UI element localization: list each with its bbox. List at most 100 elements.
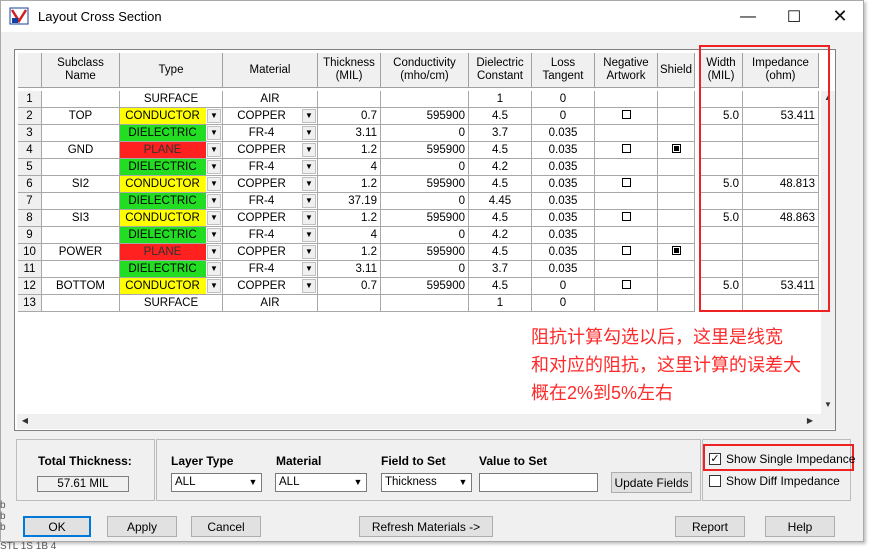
conductivity-cell[interactable]: 0 (381, 193, 469, 210)
minimize-icon[interactable]: — (725, 1, 771, 32)
show-single-impedance-checkbox[interactable]: ✓ Show Single Impedance (709, 452, 855, 466)
dropdown-arrow-icon[interactable]: ▼ (302, 194, 316, 208)
dropdown-arrow-icon[interactable]: ▼ (302, 211, 316, 225)
thickness-cell[interactable]: 1.2 (318, 176, 381, 193)
close-icon[interactable]: ✕ (817, 1, 863, 32)
type-cell[interactable]: CONDUCTOR ▼ (120, 210, 223, 227)
subclass-name-cell[interactable] (42, 159, 120, 176)
subclass-name-cell[interactable] (42, 193, 120, 210)
horizontal-scrollbar[interactable]: ◀ ▶ (17, 414, 821, 429)
material-cell[interactable]: FR-4 ▼ (223, 193, 318, 210)
scroll-right-icon[interactable]: ▶ (803, 414, 817, 428)
shield-checkbox[interactable] (658, 261, 695, 278)
material-select[interactable]: ALL ▼ (275, 473, 367, 492)
thickness-cell[interactable] (318, 91, 381, 108)
type-cell[interactable]: PLANE ▼ (120, 142, 223, 159)
conductivity-cell[interactable]: 595900 (381, 244, 469, 261)
shield-checkbox[interactable] (658, 142, 695, 159)
thickness-cell[interactable]: 4 (318, 227, 381, 244)
thickness-cell[interactable] (318, 295, 381, 312)
loss-tangent-cell[interactable]: 0.035 (532, 125, 595, 142)
scroll-left-icon[interactable]: ◀ (18, 414, 32, 428)
dielectric-constant-cell[interactable]: 4.2 (469, 227, 532, 244)
layer-type-select[interactable]: ALL ▼ (171, 473, 262, 492)
ok-button[interactable]: OK (23, 516, 91, 537)
material-cell[interactable]: COPPER ▼ (223, 210, 318, 227)
subclass-name-cell[interactable]: BOTTOM (42, 278, 120, 295)
negative-artwork-checkbox[interactable] (595, 159, 658, 176)
dropdown-arrow-icon[interactable]: ▼ (207, 160, 221, 174)
maximize-icon[interactable]: ☐ (771, 1, 817, 32)
type-cell[interactable]: CONDUCTOR ▼ (120, 108, 223, 125)
dropdown-arrow-icon[interactable]: ▼ (207, 245, 221, 259)
dropdown-arrow-icon[interactable]: ▼ (207, 126, 221, 140)
loss-tangent-cell[interactable]: 0 (532, 91, 595, 108)
subclass-name-cell[interactable]: SI3 (42, 210, 120, 227)
refresh-materials-button[interactable]: Refresh Materials -> (359, 516, 493, 537)
conductivity-cell[interactable]: 595900 (381, 176, 469, 193)
loss-tangent-cell[interactable]: 0.035 (532, 261, 595, 278)
dielectric-constant-cell[interactable]: 4.5 (469, 278, 532, 295)
loss-tangent-cell[interactable]: 0.035 (532, 176, 595, 193)
thickness-cell[interactable]: 37.19 (318, 193, 381, 210)
shield-checkbox[interactable] (658, 295, 695, 312)
type-cell[interactable]: CONDUCTOR ▼ (120, 278, 223, 295)
subclass-name-cell[interactable]: TOP (42, 108, 120, 125)
conductivity-cell[interactable]: 595900 (381, 142, 469, 159)
negative-artwork-checkbox[interactable] (595, 261, 658, 278)
dropdown-arrow-icon[interactable]: ▼ (302, 279, 316, 293)
loss-tangent-cell[interactable]: 0.035 (532, 244, 595, 261)
dielectric-constant-cell[interactable]: 4.5 (469, 210, 532, 227)
thickness-cell[interactable]: 1.2 (318, 142, 381, 159)
material-cell[interactable]: FR-4 ▼ (223, 125, 318, 142)
negative-artwork-checkbox[interactable] (595, 125, 658, 142)
type-cell[interactable]: PLANE ▼ (120, 244, 223, 261)
dropdown-arrow-icon[interactable]: ▼ (207, 143, 221, 157)
dielectric-constant-cell[interactable]: 1 (469, 91, 532, 108)
material-cell[interactable]: COPPER ▼ (223, 108, 318, 125)
field-to-set-select[interactable]: Thickness ▼ (381, 473, 472, 492)
dropdown-arrow-icon[interactable]: ▼ (302, 109, 316, 123)
type-cell[interactable]: DIELECTRIC ▼ (120, 193, 223, 210)
shield-checkbox[interactable] (658, 244, 695, 261)
subclass-name-cell[interactable]: POWER (42, 244, 120, 261)
dropdown-arrow-icon[interactable]: ▼ (207, 262, 221, 276)
show-diff-impedance-checkbox[interactable]: Show Diff Impedance (709, 474, 840, 488)
material-cell[interactable]: FR-4 ▼ (223, 261, 318, 278)
dielectric-constant-cell[interactable]: 1 (469, 295, 532, 312)
conductivity-cell[interactable] (381, 91, 469, 108)
loss-tangent-cell[interactable]: 0.035 (532, 227, 595, 244)
subclass-name-cell[interactable]: SI2 (42, 176, 120, 193)
thickness-cell[interactable]: 3.11 (318, 125, 381, 142)
type-cell[interactable]: DIELECTRIC ▼ (120, 261, 223, 278)
thickness-cell[interactable]: 1.2 (318, 210, 381, 227)
material-cell[interactable]: COPPER ▼ (223, 278, 318, 295)
negative-artwork-checkbox[interactable] (595, 108, 658, 125)
material-cell[interactable]: FR-4 ▼ (223, 159, 318, 176)
dropdown-arrow-icon[interactable]: ▼ (207, 228, 221, 242)
dropdown-arrow-icon[interactable]: ▼ (207, 211, 221, 225)
negative-artwork-checkbox[interactable] (595, 91, 658, 108)
dropdown-arrow-icon[interactable]: ▼ (302, 177, 316, 191)
type-cell[interactable]: DIELECTRIC ▼ (120, 227, 223, 244)
loss-tangent-cell[interactable]: 0 (532, 108, 595, 125)
negative-artwork-checkbox[interactable] (595, 210, 658, 227)
conductivity-cell[interactable]: 595900 (381, 108, 469, 125)
shield-checkbox[interactable] (658, 125, 695, 142)
thickness-cell[interactable]: 4 (318, 159, 381, 176)
material-cell[interactable]: COPPER ▼ (223, 176, 318, 193)
negative-artwork-checkbox[interactable] (595, 142, 658, 159)
negative-artwork-checkbox[interactable] (595, 295, 658, 312)
loss-tangent-cell[interactable]: 0.035 (532, 210, 595, 227)
dielectric-constant-cell[interactable]: 3.7 (469, 125, 532, 142)
update-fields-button[interactable]: Update Fields (611, 472, 692, 493)
loss-tangent-cell[interactable]: 0.035 (532, 193, 595, 210)
subclass-name-cell[interactable] (42, 261, 120, 278)
negative-artwork-checkbox[interactable] (595, 244, 658, 261)
type-cell[interactable]: SURFACE (120, 295, 223, 312)
dielectric-constant-cell[interactable]: 4.5 (469, 108, 532, 125)
type-cell[interactable]: DIELECTRIC ▼ (120, 159, 223, 176)
negative-artwork-checkbox[interactable] (595, 278, 658, 295)
dielectric-constant-cell[interactable]: 3.7 (469, 261, 532, 278)
type-cell[interactable]: DIELECTRIC ▼ (120, 125, 223, 142)
